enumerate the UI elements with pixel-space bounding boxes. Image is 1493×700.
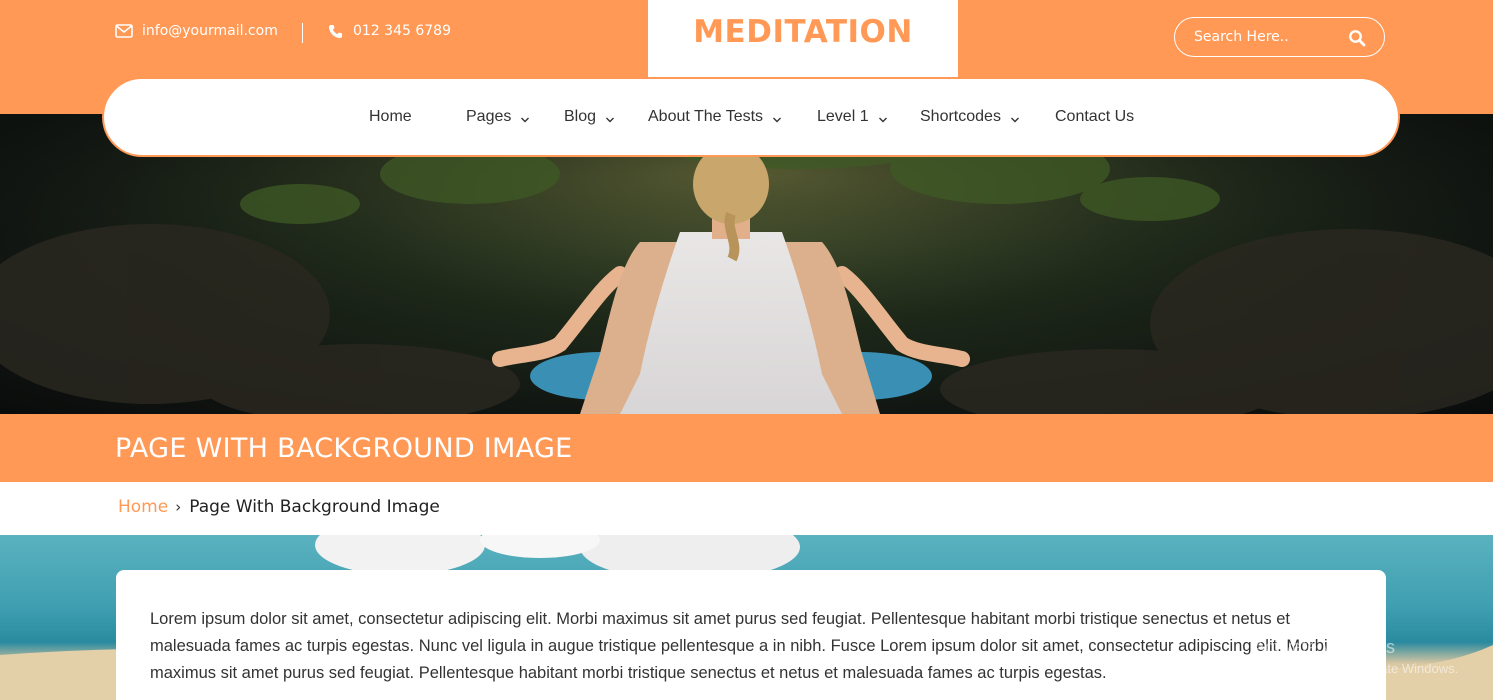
nav-item-label: Pages xyxy=(466,108,512,125)
chevron-down-icon xyxy=(878,112,888,123)
main-navigation: Home Pages Blog About The Tests Level 1 … xyxy=(102,77,1400,157)
envelope-icon xyxy=(115,22,133,40)
breadcrumb-separator: › xyxy=(175,498,182,516)
breadcrumb: Home › Page With Background Image xyxy=(118,497,440,517)
breadcrumb-current: Page With Background Image xyxy=(189,497,440,517)
page-title: PAGE WITH BACKGROUND IMAGE xyxy=(115,433,573,464)
nav-item-label: About The Tests xyxy=(648,108,764,125)
nav-item-home[interactable]: Home xyxy=(369,108,412,126)
contact-email[interactable]: info@yourmail.com xyxy=(115,22,278,40)
search-box xyxy=(1174,17,1385,57)
nav-item-label: Home xyxy=(369,108,412,125)
nav-item-label: Shortcodes xyxy=(920,108,1001,125)
windows-watermark-title: Activate Windows xyxy=(1253,637,1396,657)
nav-item-shortcodes[interactable]: Shortcodes xyxy=(920,108,1020,126)
chevron-down-icon xyxy=(605,112,615,123)
breadcrumb-home-link[interactable]: Home xyxy=(118,497,168,517)
search-input[interactable] xyxy=(1194,29,1344,45)
email-text: info@yourmail.com xyxy=(142,23,278,39)
hero-banner-image xyxy=(0,114,1493,414)
nav-item-label: Level 1 xyxy=(817,108,869,125)
nav-item-level-1[interactable]: Level 1 xyxy=(817,108,888,126)
phone-text: 012 345 6789 xyxy=(353,23,451,39)
chevron-down-icon xyxy=(1010,112,1020,123)
content-card: Lorem ipsum dolor sit amet, consectetur … xyxy=(116,570,1386,700)
contact-divider xyxy=(302,23,303,43)
search-icon[interactable] xyxy=(1348,29,1366,47)
phone-icon xyxy=(326,22,344,40)
windows-watermark-subtitle: Go to Settings to activate Windows. xyxy=(1253,661,1459,676)
nav-item-about-the-tests[interactable]: About The Tests xyxy=(648,108,782,126)
content-paragraph: Lorem ipsum dolor sit amet, consectetur … xyxy=(150,610,1328,682)
contact-phone[interactable]: 012 345 6789 xyxy=(326,22,451,40)
nav-item-label: Contact Us xyxy=(1055,108,1135,125)
site-logo[interactable]: MEDITATION xyxy=(648,14,958,50)
chevron-down-icon xyxy=(520,112,530,123)
nav-item-contact-us[interactable]: Contact Us xyxy=(1055,108,1134,126)
chevron-down-icon xyxy=(772,112,782,123)
nav-item-blog[interactable]: Blog xyxy=(564,108,615,126)
nav-item-pages[interactable]: Pages xyxy=(466,108,530,126)
nav-item-label: Blog xyxy=(564,108,597,125)
